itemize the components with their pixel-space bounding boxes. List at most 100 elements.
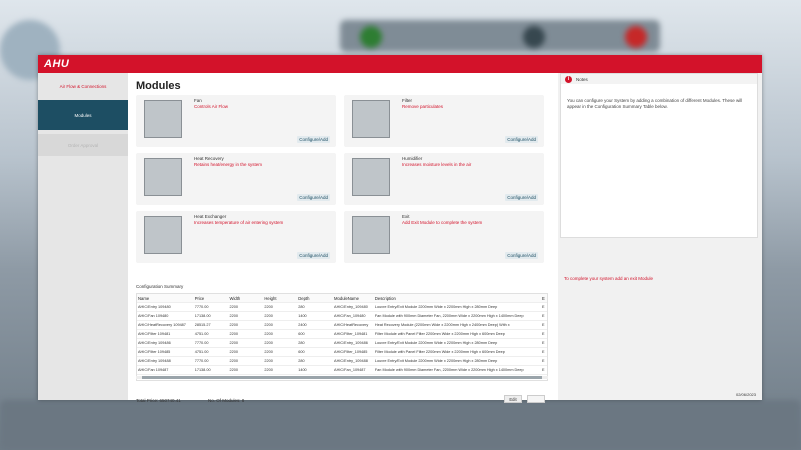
configure-add-button[interactable]: Configure/Add	[297, 136, 330, 143]
card-desc: Remove particulates	[402, 104, 444, 109]
table-row[interactable]: AHIC/Entry 109488 7770.00 2200 2200 280 AHIC/…	[137, 357, 547, 366]
table-header: Name Price Width Height Depth ModuleName…	[137, 294, 547, 303]
table-cell: 17138.00	[194, 314, 211, 318]
table-cell: 2200	[229, 323, 238, 327]
table-cell: E	[542, 368, 545, 372]
horizontal-scrollbar[interactable]	[136, 376, 548, 379]
table-cell: AHIC/Fan_109487	[334, 368, 366, 372]
table-body: AHIC/Entry 109480 7770.00 2200 2200 280 AHIC/…	[137, 303, 547, 375]
module-card-humidifier: Humidifier Increases moisture levels in …	[344, 153, 544, 205]
table-cell: AHIC/Filter 109481	[138, 332, 171, 336]
column-header[interactable]: Width	[229, 296, 264, 301]
card-name: Fan	[194, 98, 202, 103]
module-card-heat-exchanger: Heat Exchanger Increases temperature of …	[136, 211, 336, 263]
table-cell: 2200	[229, 359, 238, 363]
table-cell: Louvre Entry/Exit Module 2200mm Wide x 2…	[374, 359, 498, 363]
nav-item-modules[interactable]: Modules	[38, 100, 128, 130]
humidifier-module-image	[352, 158, 390, 196]
table-cell: 2200	[229, 368, 238, 372]
table-cell: 7770.00	[194, 341, 209, 345]
table-cell: Louvre Entry/Exit Module 2200mm Wide x 2…	[374, 341, 498, 345]
table-cell: 1400	[298, 368, 307, 372]
notes-title: Notes	[576, 76, 588, 82]
edit-button[interactable]: Edit	[504, 395, 522, 403]
left-nav: Air Flow & Connections Modules Order App…	[38, 73, 128, 400]
table-cell: E	[542, 341, 545, 345]
page-title: Modules	[136, 80, 181, 92]
table-cell: 4751.00	[194, 350, 209, 354]
background-light	[360, 26, 382, 48]
nav-item-air-flow[interactable]: Air Flow & Connections	[38, 73, 128, 100]
card-name: Filter	[402, 98, 412, 103]
table-cell: 7770.00	[194, 305, 209, 309]
table-cell: 2400	[298, 323, 307, 327]
table-cell: 2200	[229, 350, 238, 354]
table-cell: 28515.27	[194, 323, 211, 327]
summary-title: Configuration Summary	[136, 284, 184, 289]
scroll-thumb[interactable]	[142, 376, 542, 379]
table-row[interactable]: AHIC/Fan 109480 17138.00 2200 2200 1400 AHIC/…	[137, 312, 547, 321]
table-cell: Filter Module with Panel Filter 2200mm W…	[374, 332, 505, 336]
main-content: Modules Fan Controls Air Flow Configure/…	[134, 73, 552, 403]
table-cell: AHIC/Entry_109480	[334, 305, 368, 309]
card-desc: Retains heat/energy in the system	[194, 162, 263, 167]
card-desc: Controls Air Flow	[194, 104, 229, 109]
table-cell: AHIC/Filter_109485	[334, 350, 368, 354]
table-cell: E	[542, 314, 545, 318]
table-cell: AHIC/Entry 109480	[138, 305, 171, 309]
table-cell: 2200	[264, 368, 273, 372]
column-header[interactable]: Price	[194, 296, 229, 301]
table-cell: Fan Module with 900mm Diameter Fan, 2200…	[374, 368, 524, 372]
table-row[interactable]: AHIC/Filter 109481 4751.00 2200 2200 600 AHIC…	[137, 330, 547, 339]
table-cell: E	[542, 332, 545, 336]
column-header[interactable]: Height	[263, 296, 297, 301]
column-header[interactable]: Depth	[297, 296, 333, 301]
configure-add-button[interactable]: Configure/Add	[505, 252, 538, 259]
configure-add-button[interactable]: Configure/Add	[505, 136, 538, 143]
background-floor	[0, 400, 801, 450]
table-cell: 2200	[264, 341, 273, 345]
total-price: Total Price: 650740.41	[136, 398, 181, 403]
configure-add-button[interactable]: Configure/Add	[297, 252, 330, 259]
nav-item-order-approval[interactable]: Order Approval	[38, 134, 128, 156]
card-name: Humidifier	[402, 156, 423, 161]
table-cell: AHIC/Filter 109485	[138, 350, 171, 354]
table-cell: 1400	[298, 314, 307, 318]
table-cell: AHIC/Entry_109486	[334, 341, 368, 345]
notes-header: i Notes	[561, 74, 757, 84]
app-window: AHU Air Flow & Connections Modules Order…	[38, 55, 762, 403]
table-cell: 17138.00	[194, 368, 211, 372]
configure-add-button[interactable]: Configure/Add	[505, 194, 538, 201]
table-row[interactable]: AHIC/Entry 109480 7770.00 2200 2200 280 AHIC/…	[137, 303, 547, 312]
table-row[interactable]: AHIC/Fan 109487 17138.00 2200 2200 1400 AHIC/…	[137, 366, 547, 375]
column-header[interactable]: Name	[137, 296, 194, 301]
table-cell: E	[542, 305, 545, 309]
card-name: Heat Recovery	[194, 156, 224, 161]
heat-exchanger-module-image	[144, 216, 182, 254]
column-header[interactable]: ModuleName	[333, 296, 374, 301]
configure-add-button[interactable]: Configure/Add	[297, 194, 330, 201]
module-card-heat-recovery: Heat Recovery Retains heat/energy in the…	[136, 153, 336, 205]
filter-module-image	[352, 100, 390, 138]
column-header[interactable]: Description	[374, 296, 541, 301]
exit-module-hint: To complete your system add an exit Modu…	[564, 276, 654, 281]
table-cell: 600	[298, 332, 305, 336]
table-cell: 2200	[229, 332, 238, 336]
table-row[interactable]: AHIC/Entry 109486 7770.00 2200 2200 280 AHIC/…	[137, 339, 547, 348]
table-cell: E	[542, 350, 545, 354]
table-cell: Louvre Entry/Exit Module 2200mm Wide x 2…	[374, 305, 498, 309]
secondary-button[interactable]	[527, 395, 545, 403]
info-icon: i	[565, 75, 572, 83]
table-cell: Heat Recovery Module (2200mm Wide x 2200…	[374, 323, 510, 327]
table-cell: 280	[298, 341, 305, 345]
table-cell: 2200	[229, 314, 238, 318]
notes-body: You can configure your System by adding …	[567, 98, 743, 109]
table-row[interactable]: AHIC/Filter 109485 4751.00 2200 2200 600 AHIC…	[137, 348, 547, 357]
column-header[interactable]: E	[541, 296, 547, 301]
table-cell: 2200	[229, 305, 238, 309]
table-cell: AHIC/Filter_109481	[334, 332, 368, 336]
background-shape	[340, 20, 660, 52]
table-cell: AHIC/HeatRecovery 109487	[138, 323, 186, 327]
table-row[interactable]: AHIC/HeatRecovery 109487 28515.27 2200 2200…	[137, 321, 547, 330]
top-bar: AHU	[38, 55, 762, 73]
